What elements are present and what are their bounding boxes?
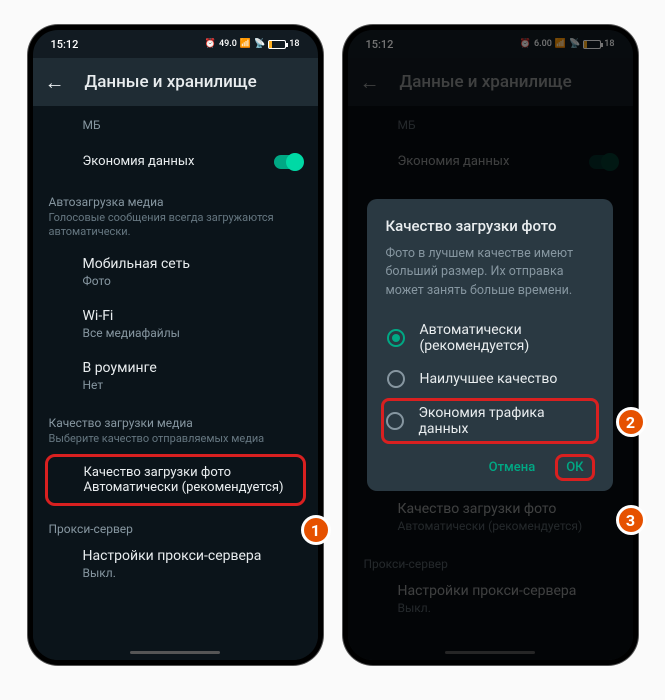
cancel-button[interactable]: Отмена xyxy=(479,454,546,481)
mobile-label: Мобильная сеть xyxy=(83,256,302,272)
callout-badge-1: 1 xyxy=(301,515,331,545)
mobile-row[interactable]: Мобильная сеть Фото xyxy=(33,246,318,298)
photo-quality-sub: Автоматически (рекомендуется) xyxy=(84,480,289,495)
data-saver-toggle[interactable] xyxy=(274,155,302,169)
dialog-actions: Отмена ОК xyxy=(385,454,594,481)
autoload-header: Автозагрузка медиа xyxy=(33,181,318,211)
proxy-header: Прокси-сервер xyxy=(33,508,318,538)
wifi-icon: 📡 xyxy=(254,39,265,49)
callout-badge-3: 3 xyxy=(616,505,646,535)
app-bar: ← Данные и хранилище xyxy=(33,58,318,106)
usage-sub: МБ xyxy=(83,118,302,132)
roaming-label: В роуминге xyxy=(83,360,302,376)
dialog-body: Фото в лучшем качестве имеют больший раз… xyxy=(385,245,594,299)
callout-badge-2: 2 xyxy=(616,407,646,437)
wifi-label: Wi-Fi xyxy=(83,308,302,324)
settings-content: МБ Экономия данных Автозагрузка медиа Го… xyxy=(33,106,318,660)
screen-left: 15:12 ⏰ 49.0 📶 📡 18 ← Данные и хранилище… xyxy=(33,30,318,660)
photo-quality-row[interactable]: Качество загрузки фото Автоматически (ре… xyxy=(45,454,306,506)
alarm-icon: ⏰ xyxy=(205,39,216,49)
dialog-scrim[interactable]: Качество загрузки фото Фото в лучшем кач… xyxy=(348,30,633,660)
quality-dialog: Качество загрузки фото Фото в лучшем кач… xyxy=(367,199,612,490)
radio-data-saver[interactable]: Экономия трафика данных xyxy=(381,398,598,444)
radio-best[interactable]: Наилучшее качество xyxy=(385,362,594,396)
back-icon[interactable]: ← xyxy=(45,72,65,92)
dialog-title: Качество загрузки фото xyxy=(385,217,594,235)
status-bar: 15:12 ⏰ 49.0 📶 📡 18 xyxy=(33,30,318,58)
roaming-sub: Нет xyxy=(83,378,302,392)
radio-saver-label: Экономия трафика данных xyxy=(418,405,593,437)
roaming-row[interactable]: В роуминге Нет xyxy=(33,350,318,402)
proxy-label: Настройки прокси-сервера xyxy=(83,548,302,564)
radio-auto-label: Автоматически (рекомендуется) xyxy=(419,322,592,354)
wifi-sub: Все медиафайлы xyxy=(83,326,302,340)
radio-icon-selected[interactable] xyxy=(387,329,405,347)
phone-right: 15:12 ⏰ 6.00 📶 📡 18 ← Данные и хранилище… xyxy=(343,25,638,665)
autoload-note: Голосовые сообщения всегда загружаются а… xyxy=(33,211,318,246)
signal-icon: 📶 xyxy=(240,39,251,49)
screen-right: 15:12 ⏰ 6.00 📶 📡 18 ← Данные и хранилище… xyxy=(348,30,633,660)
photo-quality-label: Качество загрузки фото xyxy=(84,465,289,480)
wifi-row[interactable]: Wi-Fi Все медиафайлы xyxy=(33,298,318,350)
status-icons: ⏰ 49.0 📶 📡 18 xyxy=(205,39,300,49)
quality-note: Выберите качество отправляемых медиа xyxy=(33,432,318,452)
radio-icon[interactable] xyxy=(386,412,404,430)
radio-icon[interactable] xyxy=(387,370,405,388)
page-title: Данные и хранилище xyxy=(85,72,257,92)
proxy-sub: Выкл. xyxy=(83,566,302,580)
proxy-row[interactable]: Настройки прокси-сервера Выкл. xyxy=(33,538,318,590)
status-time: 15:12 xyxy=(51,38,79,51)
battery-icon xyxy=(268,40,286,49)
radio-best-label: Наилучшее качество xyxy=(419,371,557,387)
phone-left: 15:12 ⏰ 49.0 📶 📡 18 ← Данные и хранилище… xyxy=(28,25,323,665)
radio-auto[interactable]: Автоматически (рекомендуется) xyxy=(385,314,594,362)
usage-row-cut[interactable]: МБ xyxy=(33,106,318,142)
data-saver-row[interactable]: Экономия данных xyxy=(33,142,318,181)
nav-handle[interactable] xyxy=(130,651,220,654)
ok-button[interactable]: ОК xyxy=(555,454,594,481)
quality-header: Качество загрузки медиа xyxy=(33,402,318,432)
battery-pct: 18 xyxy=(289,39,299,49)
data-saver-label: Экономия данных xyxy=(83,154,195,169)
net-speed: 49.0 xyxy=(219,39,237,49)
mobile-sub: Фото xyxy=(83,274,302,288)
